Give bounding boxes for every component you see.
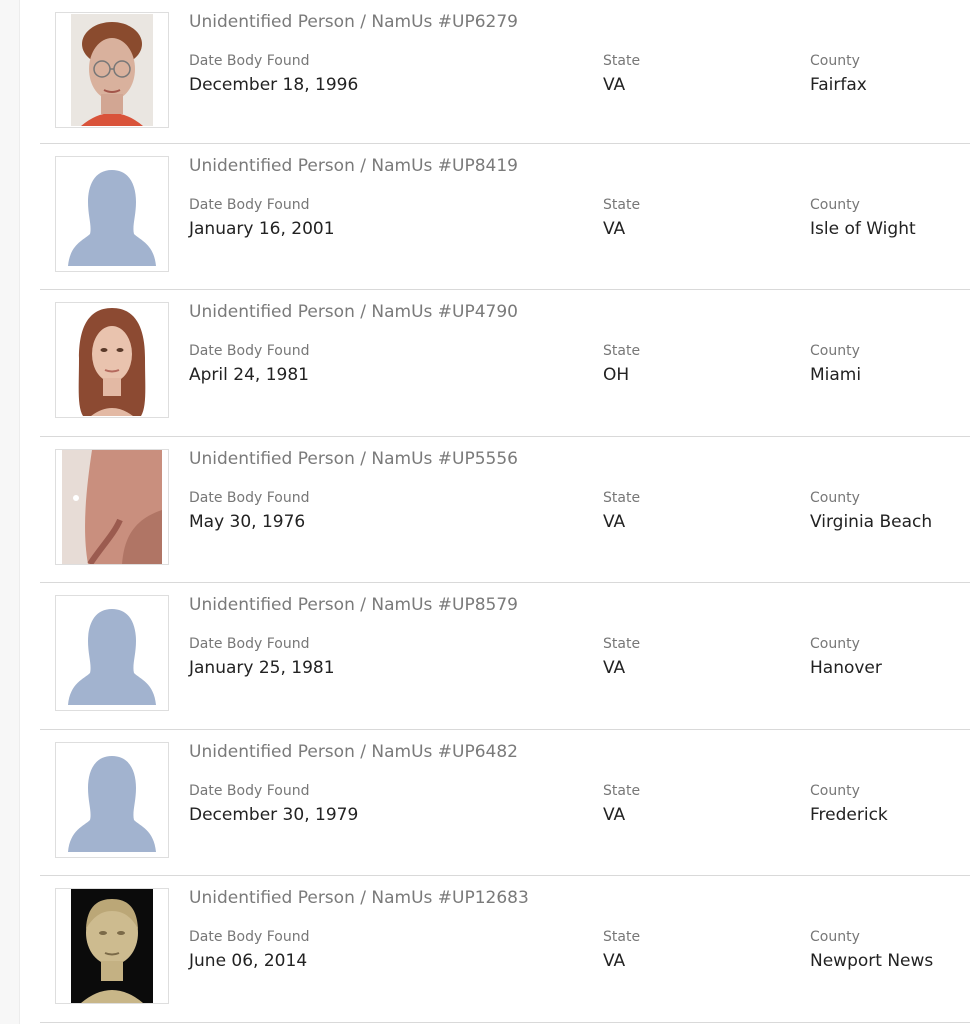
state-value: VA	[603, 511, 626, 532]
case-title-link[interactable]: Unidentified Person / NamUs #UP6482	[189, 742, 518, 762]
state-value: VA	[603, 218, 626, 239]
left-sidebar-rail	[0, 0, 20, 1024]
date-body-found-value: January 16, 2001	[189, 218, 335, 239]
county-label: County	[810, 343, 860, 359]
date-body-found-label: Date Body Found	[189, 489, 310, 506]
state-label: State	[603, 782, 641, 799]
clay-reconstruction-image	[71, 889, 153, 1003]
county-label: County	[810, 53, 860, 69]
date-body-found-value: December 18, 1996	[189, 75, 359, 95]
state-label: State	[603, 343, 641, 359]
state-value: VA	[603, 804, 626, 825]
sketch-woman-glasses-image	[71, 14, 153, 126]
county-value: Virginia Beach	[810, 511, 933, 532]
case-title-link[interactable]: Unidentified Person / NamUs #UP4790	[189, 302, 518, 322]
date-body-found-label: Date Body Found	[189, 53, 310, 69]
county-value: Newport News	[810, 951, 934, 971]
case-title-link[interactable]: Unidentified Person / NamUs #UP6279	[189, 12, 518, 32]
date-body-found-label: Date Body Found	[189, 343, 310, 359]
person-silhouette-icon	[68, 755, 156, 852]
date-body-found-value: January 25, 1981	[189, 658, 335, 678]
county-value: Miami	[810, 365, 862, 385]
state-label: State	[603, 53, 641, 69]
list-item[interactable]: Unidentified Person / NamUs #UP6279 Date…	[40, 0, 970, 144]
case-title-link[interactable]: Unidentified Person / NamUs #UP8579	[189, 595, 518, 615]
list-item[interactable]: Unidentified Person / NamUs #UP8419 Date…	[40, 144, 970, 290]
date-body-found-label: Date Body Found	[189, 636, 310, 652]
date-body-found-value: December 30, 1979	[189, 804, 359, 825]
list-item[interactable]: Unidentified Person / NamUs #UP12683 Dat…	[40, 876, 970, 1023]
case-photo-skin-closeup[interactable]	[55, 448, 169, 565]
list-item[interactable]: Unidentified Person / NamUs #UP8579 Date…	[40, 583, 970, 730]
date-body-found-value: June 06, 2014	[189, 951, 308, 971]
county-value: Hanover	[810, 658, 882, 678]
case-photo-sketch-woman-long-hair[interactable]	[55, 302, 169, 418]
state-value: OH	[603, 365, 630, 385]
county-label: County	[810, 929, 860, 945]
county-value: Fairfax	[810, 75, 867, 95]
case-title-link[interactable]: Unidentified Person / NamUs #UP5556	[189, 449, 518, 469]
county-label: County	[810, 782, 860, 799]
county-value: Frederick	[810, 804, 888, 825]
case-photo-placeholder[interactable]	[55, 155, 169, 272]
case-title-link[interactable]: Unidentified Person / NamUs #UP12683	[189, 888, 529, 908]
sketch-woman-long-hair-image	[71, 304, 153, 416]
date-body-found-value: April 24, 1981	[189, 365, 309, 385]
list-item[interactable]: Unidentified Person / NamUs #UP6482 Date…	[40, 730, 970, 876]
list-item[interactable]: Unidentified Person / NamUs #UP4790 Date…	[40, 290, 970, 437]
state-value: VA	[603, 658, 626, 678]
case-photo-sketch-woman-glasses[interactable]	[55, 12, 169, 128]
person-silhouette-icon	[68, 609, 156, 705]
county-value: Isle of Wight	[810, 218, 916, 239]
county-label: County	[810, 636, 860, 652]
state-label: State	[603, 196, 641, 213]
state-value: VA	[603, 75, 626, 95]
date-body-found-label: Date Body Found	[189, 929, 310, 945]
case-photo-placeholder[interactable]	[55, 595, 169, 711]
case-photo-clay-reconstruction[interactable]	[55, 888, 169, 1004]
county-label: County	[810, 489, 860, 506]
date-body-found-label: Date Body Found	[189, 196, 310, 213]
date-body-found-label: Date Body Found	[189, 782, 310, 799]
case-title-link[interactable]: Unidentified Person / NamUs #UP8419	[189, 156, 518, 176]
date-body-found-value: May 30, 1976	[189, 511, 306, 532]
skin-closeup-photo-image	[62, 449, 162, 564]
state-label: State	[603, 636, 641, 652]
state-value: VA	[603, 951, 626, 971]
list-item[interactable]: Unidentified Person / NamUs #UP5556 Date…	[40, 437, 970, 583]
case-photo-placeholder[interactable]	[55, 741, 169, 858]
person-silhouette-icon	[68, 169, 156, 266]
state-label: State	[603, 489, 641, 506]
county-label: County	[810, 196, 860, 213]
results-list: Unidentified Person / NamUs #UP6279 Date…	[40, 0, 970, 1023]
state-label: State	[603, 929, 641, 945]
search-results-page: Unidentified Person / NamUs #UP6279 Date…	[0, 0, 970, 1024]
